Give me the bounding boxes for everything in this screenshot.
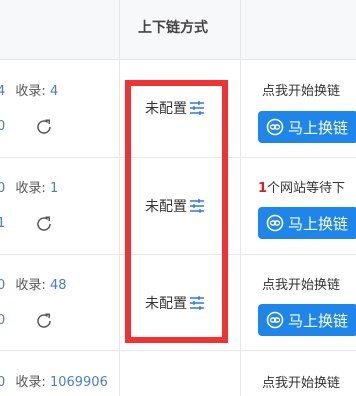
switch-link-button[interactable]: 马上换链 — [258, 304, 356, 336]
count-value: 4 — [0, 84, 6, 99]
link-icon — [266, 214, 284, 232]
table-row: 0 收录: 48 — [0, 274, 67, 293]
switch-link-label: 马上换链 — [288, 311, 349, 330]
count-fragment: 0 — [0, 119, 6, 134]
link-icon — [266, 118, 284, 136]
table-row: 4 收录: 4 — [0, 80, 58, 99]
table-row: 0 收录: 1069906 — [0, 371, 108, 390]
status-text: 点我开始换链 — [262, 376, 341, 391]
switch-link-label: 马上换链 — [288, 118, 349, 137]
collect-value: 48 — [49, 278, 67, 293]
collect-value: 1069906 — [49, 375, 108, 390]
highlight-box — [125, 80, 228, 343]
count-value: 0 — [0, 181, 6, 196]
count-value: 0 — [0, 278, 6, 293]
status-text: 点我开始换链 — [262, 278, 341, 293]
status-text: 点我开始换链 — [262, 84, 341, 99]
link-icon — [266, 311, 284, 329]
collect-value: 1 — [49, 181, 59, 196]
waiting-count: 1 — [258, 181, 268, 196]
collect-label: 收录: — [15, 84, 46, 99]
collect-label: 收录: — [15, 181, 46, 196]
refresh-icon[interactable] — [35, 118, 53, 136]
switch-link-button[interactable]: 马上换链 — [258, 111, 356, 143]
row-divider — [0, 350, 356, 351]
switch-link-button[interactable]: 马上换链 — [258, 207, 356, 239]
collect-label: 收录: — [15, 375, 46, 390]
status-text: 1个网站等待下 — [258, 177, 345, 196]
refresh-icon[interactable] — [35, 215, 53, 233]
count-value: 0 — [0, 375, 6, 390]
count-fragment: 0 — [0, 313, 6, 328]
collect-label: 收录: — [15, 278, 46, 293]
switch-link-label: 马上换链 — [288, 214, 349, 233]
waiting-text: 个网站等待下 — [267, 181, 346, 196]
refresh-icon[interactable] — [35, 312, 53, 330]
collect-value: 4 — [49, 84, 59, 99]
column-divider — [240, 0, 241, 396]
table-row: 0 收录: 1 — [0, 177, 58, 196]
column-divider — [119, 0, 120, 396]
count-fragment: 1 — [0, 216, 6, 231]
column-header-link-mode: 上下链方式 — [138, 20, 208, 36]
